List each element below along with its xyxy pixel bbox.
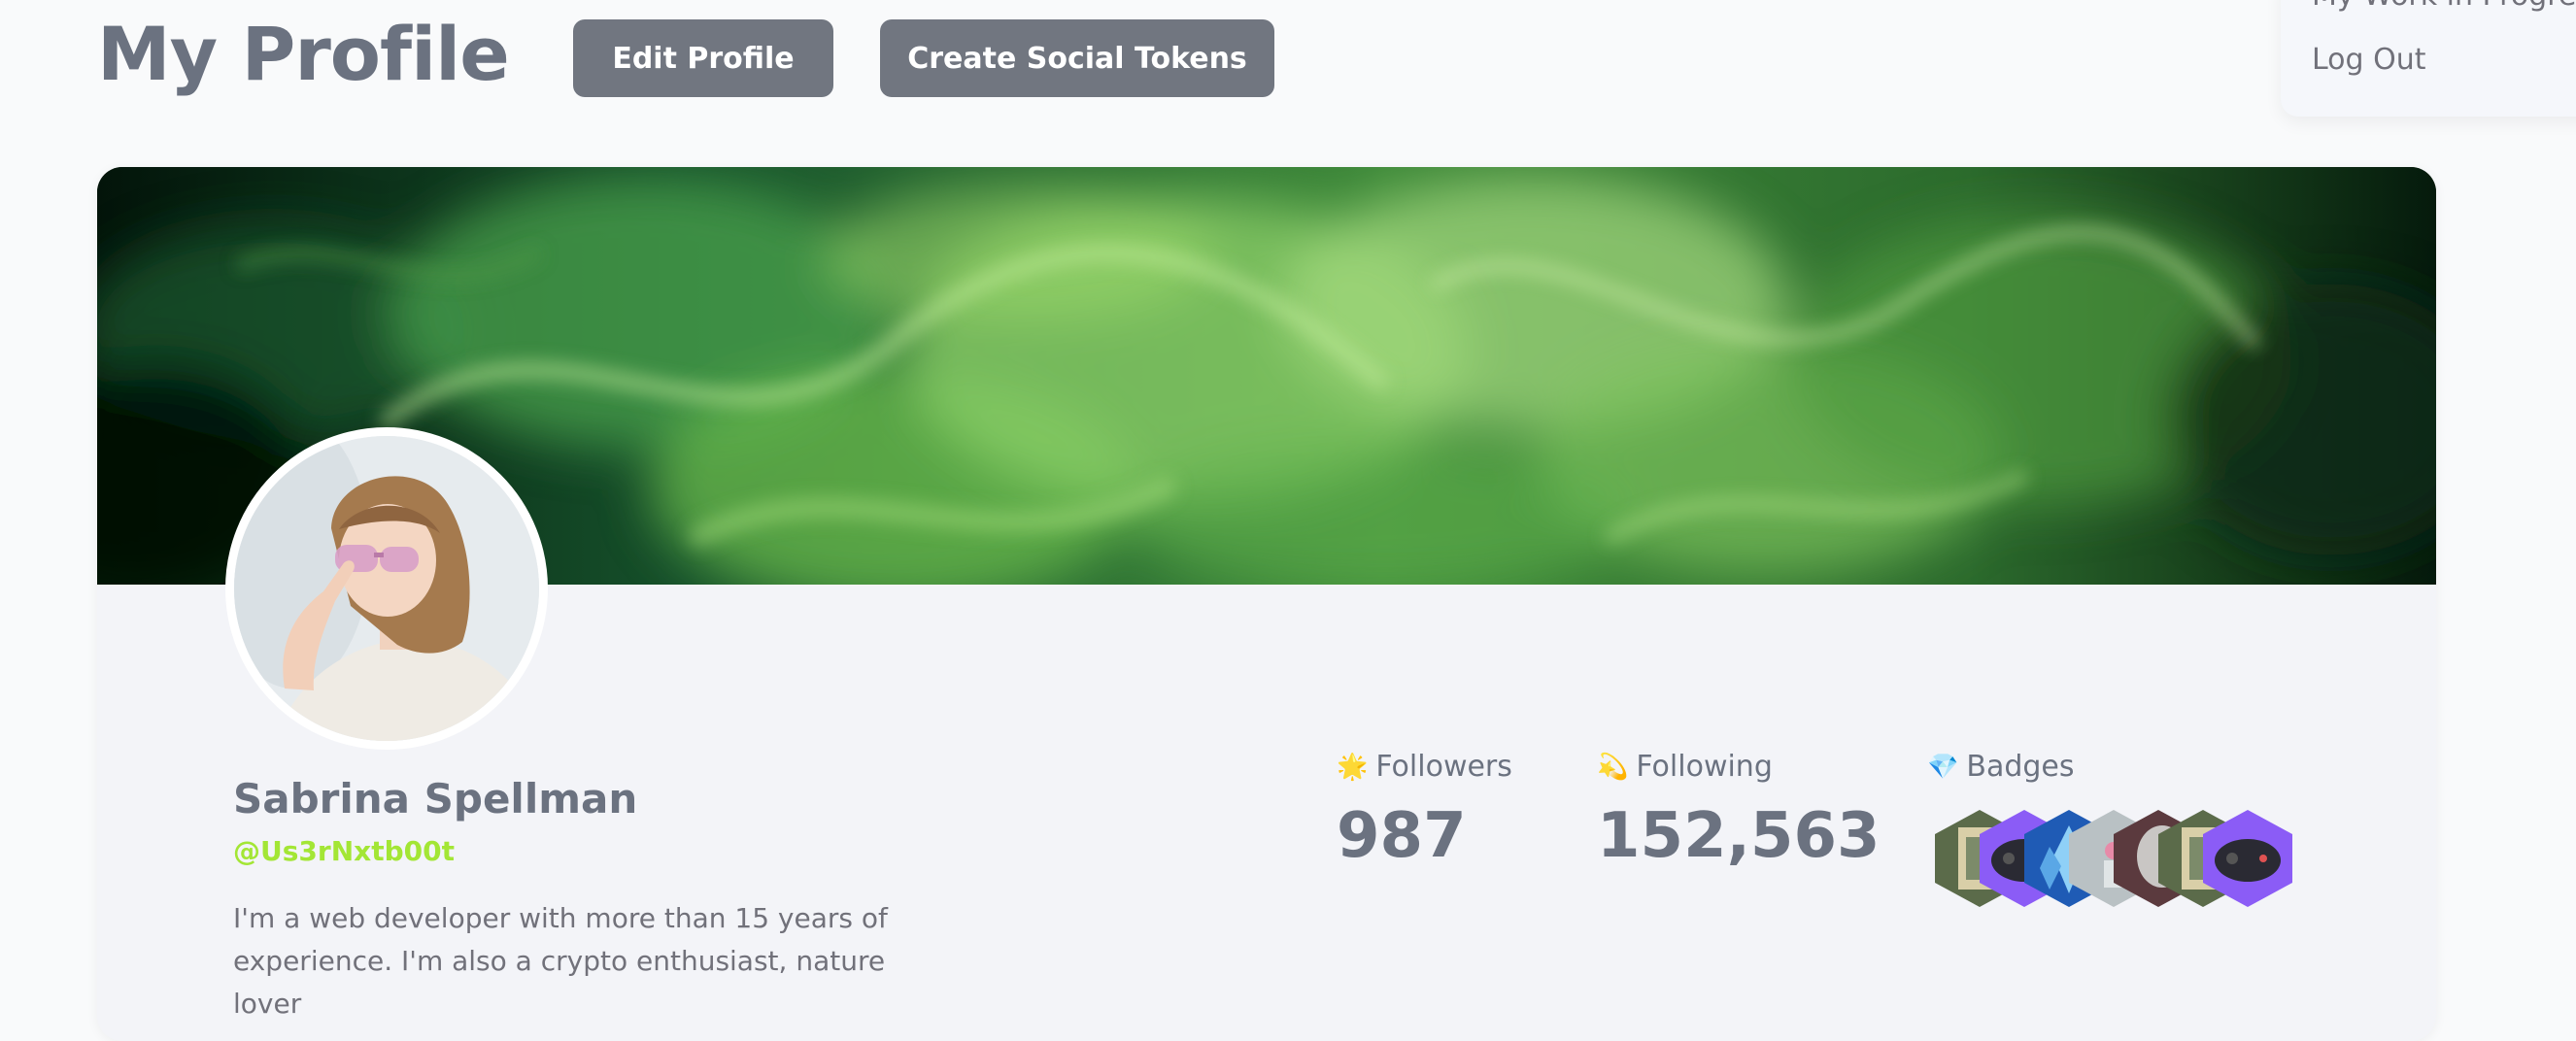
profile-bio: I'm a web developer with more than 15 ye…	[233, 902, 888, 1020]
profile-name: Sabrina Spellman	[233, 775, 638, 823]
gem-icon: 💎	[1927, 752, 1959, 782]
page-title: My Profile	[97, 11, 510, 97]
edit-profile-button[interactable]: Edit Profile	[573, 19, 833, 97]
profile-handle[interactable]: @Us3rNxtb00t	[233, 835, 455, 867]
following-label[interactable]: 💫 Following	[1597, 750, 1773, 784]
create-social-tokens-button[interactable]: Create Social Tokens	[880, 19, 1274, 97]
menu-item-log-out[interactable]: Log Out	[2312, 43, 2426, 77]
menu-item-work-in-progress[interactable]: My Work in Progress	[2312, 0, 2576, 13]
star-icon: 🌟	[1337, 752, 1369, 782]
comet-icon: 💫	[1597, 752, 1629, 782]
badges-list	[1931, 808, 2320, 909]
avatar[interactable]	[225, 427, 548, 750]
followers-label[interactable]: 🌟 Followers	[1337, 750, 1512, 784]
followers-count[interactable]: 987	[1337, 802, 1467, 871]
badges-label[interactable]: 💎 Badges	[1927, 750, 2075, 784]
badge-gamepad[interactable]	[2199, 808, 2296, 909]
user-dropdown-menu: My Work in Progress Log Out	[2281, 0, 2576, 117]
following-count[interactable]: 152,563	[1597, 802, 1881, 871]
profile-card: Sabrina Spellman @Us3rNxtb00t I'm a web …	[97, 167, 2436, 1041]
